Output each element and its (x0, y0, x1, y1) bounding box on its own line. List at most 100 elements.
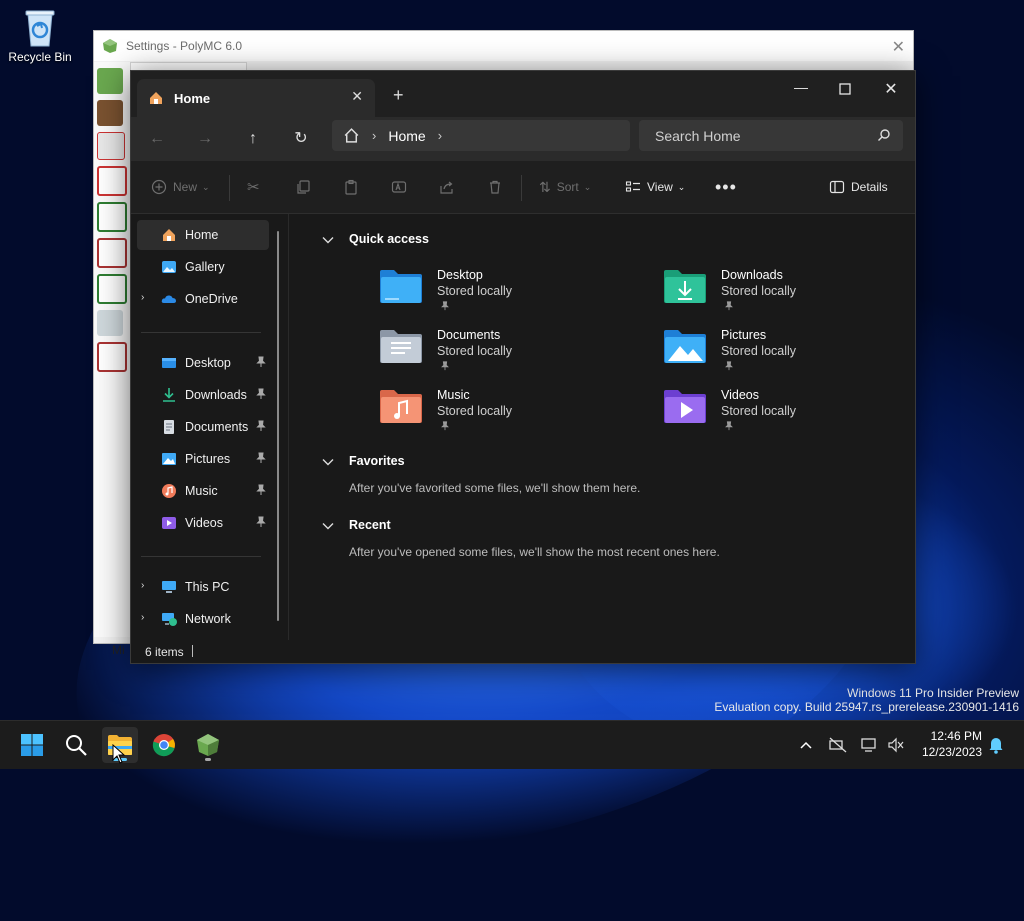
taskbar-search-button[interactable] (58, 727, 94, 763)
close-icon[interactable]: ✕ (892, 37, 905, 57)
share-button[interactable] (439, 176, 461, 198)
notifications-button[interactable] (986, 735, 1006, 755)
pin-icon (441, 301, 449, 311)
status-separator (192, 645, 193, 657)
tray-network-button[interactable] (860, 735, 880, 755)
nav-item-documents[interactable]: Documents (137, 412, 269, 442)
more-options-button[interactable]: ••• (715, 176, 737, 198)
apis-icon[interactable] (97, 342, 127, 372)
recent-header[interactable]: Recent (322, 518, 391, 532)
desktop-icon-recycle-bin[interactable]: Recycle Bin (6, 8, 74, 64)
up-button[interactable]: ↑ (241, 127, 265, 151)
nav-item-music[interactable]: Music (137, 476, 269, 506)
pin-icon[interactable] (255, 484, 267, 496)
recent-empty-message: After you've opened some files, we'll sh… (349, 545, 720, 559)
nav-item-network[interactable]: › Network (137, 604, 269, 634)
home-icon (163, 229, 175, 241)
address-bar[interactable]: › Home › (332, 120, 630, 151)
pin-icon[interactable] (255, 388, 267, 400)
cut-button[interactable]: ✂ (247, 176, 260, 198)
start-button[interactable] (14, 727, 50, 763)
delete-button[interactable] (487, 176, 509, 198)
accounts-icon[interactable] (97, 310, 123, 336)
nav-item-desktop[interactable]: Desktop (137, 348, 269, 378)
search-box[interactable] (639, 120, 903, 151)
minimize-button[interactable]: — (787, 79, 815, 103)
taskbar-clock[interactable]: 12:46 PM 12/23/2023 (912, 728, 982, 760)
forward-button[interactable]: → (193, 127, 217, 151)
tab-label: Home (174, 90, 211, 106)
nav-item-pictures[interactable]: Pictures (137, 444, 269, 474)
details-label: Details (851, 180, 888, 194)
sort-label: Sort (556, 180, 579, 194)
quick-access-documents[interactable]: Documents Stored locally (379, 328, 639, 384)
command-bar: New ⌄ ✂ ⇅ Sort ⌄ View ⌄ ••• Details (131, 161, 915, 214)
bell-icon (989, 738, 1003, 754)
maximize-button[interactable] (831, 79, 859, 103)
copy-button[interactable] (295, 176, 317, 198)
quick-access-desktop[interactable]: Desktop Stored locally (379, 268, 639, 324)
tab-home[interactable]: Home ✕ (137, 79, 375, 117)
polymc-icon (197, 734, 219, 756)
nav-item-gallery[interactable]: Gallery (137, 252, 269, 282)
chevron-down-icon[interactable] (321, 519, 335, 533)
new-button[interactable]: New ⌄ (151, 176, 210, 198)
tray-volume-button[interactable] (886, 735, 906, 755)
block-icon[interactable] (97, 100, 123, 126)
rename-button[interactable] (391, 176, 413, 198)
chevron-right-icon[interactable]: › (141, 612, 144, 623)
file-explorer-window[interactable]: Home ✕ + — ✕ ← → ↑ ↻ › Home › Search Hom… (130, 70, 916, 664)
proxy-icon[interactable] (97, 238, 127, 268)
pin-icon[interactable] (255, 516, 267, 528)
pin-icon[interactable] (255, 420, 267, 432)
favorites-header[interactable]: Favorites (322, 454, 405, 468)
nav-item-downloads[interactable]: Downloads (137, 380, 269, 410)
pin-icon[interactable] (255, 452, 267, 464)
chevron-down-icon[interactable] (321, 455, 335, 469)
nav-item-home[interactable]: Home (137, 220, 269, 250)
chevron-down-icon[interactable] (321, 233, 335, 247)
pin-icon[interactable] (255, 356, 267, 368)
explorer-tabbar[interactable]: Home ✕ + — ✕ (131, 71, 915, 117)
chevron-right-icon[interactable]: › (141, 292, 144, 303)
view-button[interactable]: View ⌄ (625, 176, 685, 198)
search-input[interactable] (653, 126, 867, 145)
tab-close-icon[interactable]: ✕ (351, 88, 363, 105)
sort-button[interactable]: ⇅ Sort ⌄ (539, 176, 591, 198)
new-tab-button[interactable]: + (393, 85, 404, 106)
polymc-titlebar[interactable]: Settings - PolyMC 6.0 ✕ (94, 31, 913, 61)
quick-access-downloads[interactable]: Downloads Stored locally (663, 268, 923, 324)
quick-access-pictures[interactable]: Pictures Stored locally (663, 328, 923, 384)
view-list-icon (625, 181, 640, 192)
quick-access-music[interactable]: Music Stored locally (379, 388, 639, 444)
paste-button[interactable] (343, 176, 365, 198)
nav-item-label: Gallery (185, 260, 225, 274)
tray-network-status[interactable] (828, 735, 848, 755)
navigation-scrollbar[interactable] (277, 231, 279, 621)
breadcrumb-home[interactable]: Home (388, 128, 425, 144)
back-button[interactable]: ← (145, 127, 169, 151)
trash-icon (490, 180, 500, 194)
chevron-right-icon[interactable]: › (141, 580, 144, 591)
nav-item-videos[interactable]: Videos (137, 508, 269, 538)
close-button[interactable]: ✕ (877, 79, 905, 103)
breadcrumb-chevron-icon[interactable]: › (438, 128, 442, 143)
details-button[interactable]: Details (829, 176, 888, 198)
terminal-icon[interactable] (97, 202, 127, 232)
taskbar-chrome[interactable] (146, 727, 182, 763)
refresh-button[interactable]: ↻ (289, 127, 313, 151)
minecraft-icon[interactable] (97, 68, 123, 94)
nav-item-this-pc[interactable]: › This PC (137, 572, 269, 602)
show-hidden-icons-button[interactable] (796, 735, 816, 755)
language-icon[interactable] (97, 166, 127, 196)
external-tools-icon[interactable] (97, 274, 127, 304)
polymc-settings-sidebar (94, 62, 130, 637)
breadcrumb-chevron-icon[interactable]: › (372, 128, 376, 143)
java-icon[interactable] (97, 132, 125, 160)
nav-item-onedrive[interactable]: › OneDrive (137, 284, 269, 314)
taskbar-polymc[interactable] (190, 727, 226, 763)
quick-access-videos[interactable]: Videos Stored locally (663, 388, 923, 444)
explorer-navbar: ← → ↑ ↻ › Home › (131, 117, 915, 161)
navigation-pane: Home Gallery › OneDrive Desktop Download… (131, 214, 287, 640)
quick-access-header[interactable]: Quick access (322, 232, 429, 246)
